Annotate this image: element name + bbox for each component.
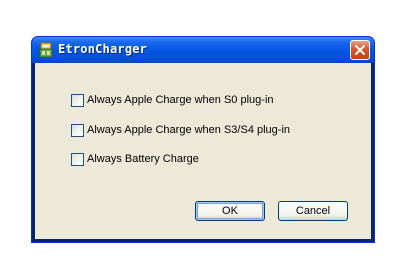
option-apple-charge-s3s4[interactable]: Always Apple Charge when S3/S4 plug-in xyxy=(71,123,290,137)
option-battery-charge[interactable]: Always Battery Charge xyxy=(71,152,199,166)
dialog-body: Always Apple Charge when S0 plug-in Alwa… xyxy=(35,63,371,239)
label-apple-charge-s3s4: Always Apple Charge when S3/S4 plug-in xyxy=(87,124,291,136)
close-button[interactable] xyxy=(350,40,370,60)
app-icon xyxy=(38,42,54,58)
option-apple-charge-s0[interactable]: Always Apple Charge when S0 plug-in xyxy=(71,93,274,107)
label-apple-charge-s0: Always Apple Charge when S0 plug-in xyxy=(87,94,274,106)
etroncharger-dialog: EtronCharger Always Apple Charge when S0… xyxy=(31,36,375,243)
checkbox-apple-charge-s3s4[interactable] xyxy=(71,123,84,137)
ok-button[interactable]: OK xyxy=(195,201,265,221)
label-battery-charge: Always Battery Charge xyxy=(87,153,199,165)
checkbox-apple-charge-s0[interactable] xyxy=(71,93,84,107)
checkbox-battery-charge[interactable] xyxy=(71,152,84,166)
close-icon xyxy=(355,45,365,55)
title-bar[interactable]: EtronCharger xyxy=(32,37,374,63)
window-title: EtronCharger xyxy=(58,42,148,56)
cancel-button[interactable]: Cancel xyxy=(278,201,348,221)
